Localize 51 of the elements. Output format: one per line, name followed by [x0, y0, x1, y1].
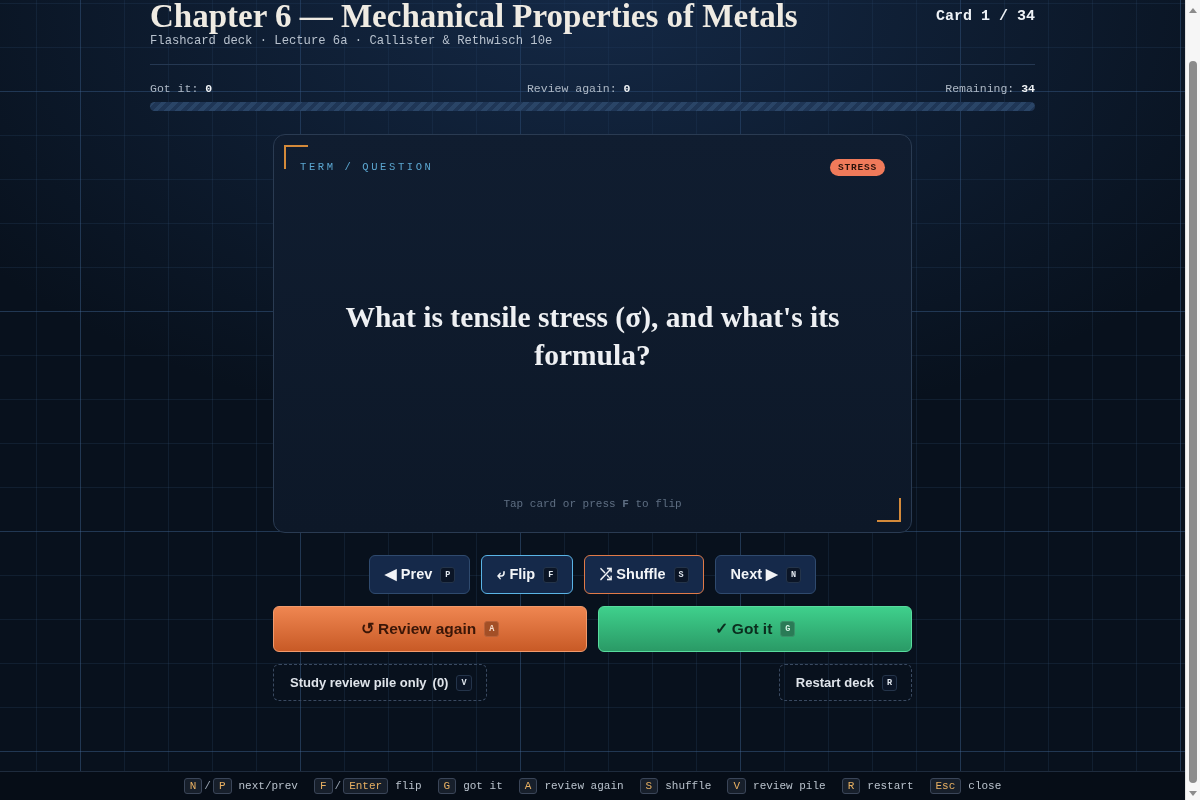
flip-button[interactable]: ⤶ Flip F [481, 555, 574, 594]
shortcut-label: next/prev [238, 778, 298, 794]
shortcut-label: flip [395, 778, 422, 794]
key-badge: P [212, 778, 232, 794]
shortcut-label: restart [867, 778, 914, 794]
key-badge: V [727, 778, 747, 794]
stat-text: Remaining: 34 [945, 82, 1035, 96]
arrow-down-icon [1189, 791, 1197, 796]
shortcut-label: close [968, 778, 1002, 794]
key-badge: G [437, 778, 457, 794]
shortcut-label: review pile [753, 778, 826, 794]
scrollbar[interactable] [1185, 0, 1200, 800]
key-badge: Enter [343, 778, 389, 794]
restart-button[interactable]: Restart deck R [778, 664, 912, 701]
card-side-label: TERM / QUESTION [300, 159, 434, 175]
review-again-button[interactable]: ↺ Review again A [273, 606, 587, 652]
flashcard[interactable]: TERM / QUESTION STRESS What is tensile stress (σ), and what's its formula? Tap card or press F to flip [273, 134, 912, 533]
key-badge: R [841, 778, 861, 794]
shortcut-label: shuffle [665, 778, 712, 794]
key-badge: F [313, 778, 333, 794]
key-badge: N [183, 778, 203, 794]
key-badge: N [786, 566, 802, 583]
shortcut-label: review again [544, 778, 624, 794]
stat-text: Got it: 0 [150, 82, 213, 96]
card-counter: Card 1 / 34 [935, 7, 1035, 27]
key-badge: F [543, 566, 559, 583]
key-badge: V [456, 674, 472, 691]
key-badge: P [440, 566, 456, 583]
scrollbar-thumb[interactable] [1189, 61, 1197, 783]
key-separator: / [334, 778, 342, 794]
flip-hint: Tap card or press F to flip [502, 496, 683, 512]
arrow-up-icon [1189, 8, 1197, 13]
key-badge: S [639, 778, 659, 794]
review-pile-button[interactable]: Study review pile only (0) V [273, 664, 487, 701]
shuffle-button[interactable]: ⤮ Shuffle S [584, 555, 704, 594]
next-button[interactable]: Next ▶ N [714, 555, 817, 594]
corner-bracket-icon [877, 498, 901, 522]
key-badge: A [484, 621, 500, 637]
key-badge: R [881, 674, 897, 691]
question-text: What is tensile stress (σ), and what's its formula? [344, 299, 841, 373]
key-separator: / [204, 778, 211, 794]
deck-subtitle: Flashcard deck · Lecture 6a · Callister & Rethwisch 10e [150, 34, 554, 48]
key-badge: S [673, 566, 689, 583]
key-badge: Esc [929, 778, 962, 794]
shortcut-label: got it [463, 778, 503, 794]
stat-text: Review again: 0 [526, 82, 631, 96]
key-badge: A [518, 778, 538, 794]
prev-button[interactable]: ◀ Prev P [368, 555, 471, 594]
topic-tag: STRESS [830, 159, 885, 176]
got-it-button[interactable]: ✓ Got it G [598, 606, 912, 652]
key-badge: G [780, 621, 796, 637]
